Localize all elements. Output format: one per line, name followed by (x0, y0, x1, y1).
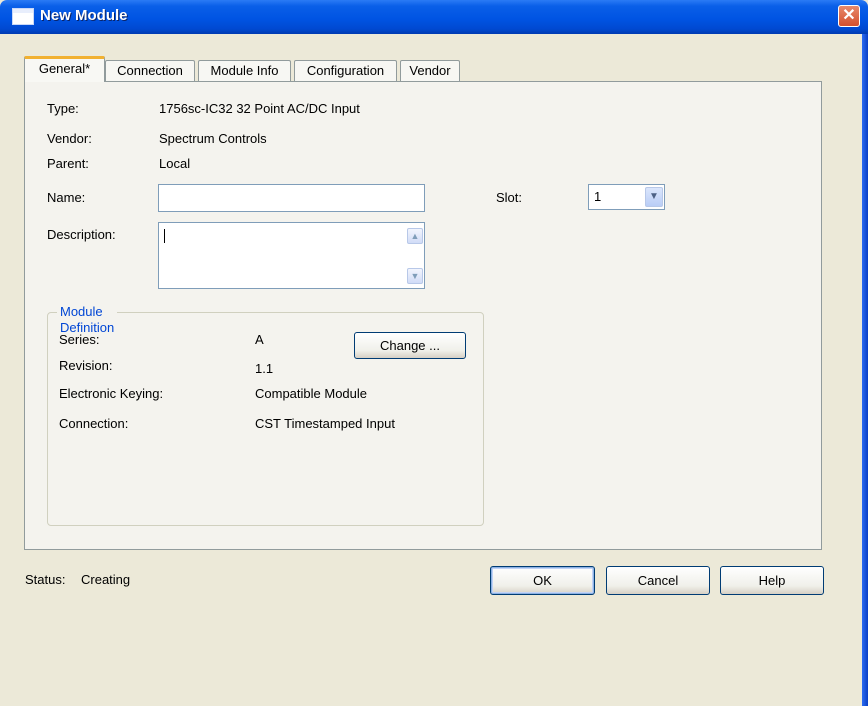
slot-label: Slot: (496, 190, 523, 205)
vendor-label: Vendor: (47, 131, 92, 146)
tab-connection[interactable]: Connection (105, 60, 195, 81)
tab-connection-label: Connection (117, 63, 183, 78)
electronic-keying-label: Electronic Keying: (59, 386, 164, 401)
chevron-down-icon[interactable]: ▼ (645, 187, 663, 207)
status-label: Status: (25, 572, 66, 587)
description-label: Description: (47, 227, 116, 242)
slot-value: 1 (594, 189, 602, 204)
tab-general-label: General* (38, 61, 91, 76)
new-module-dialog: New Module ✕ General* Connection Module … (0, 0, 868, 706)
name-label: Name: (47, 190, 86, 205)
window-title: New Module (40, 7, 128, 24)
type-value: 1756sc-IC32 32 Point AC/DC Input (159, 101, 360, 116)
revision-label: Revision: (59, 358, 113, 373)
cancel-button[interactable]: Cancel (606, 566, 710, 595)
title-bar[interactable]: New Module ✕ (0, 0, 868, 34)
status-value: Creating (81, 572, 131, 587)
series-label: Series: (59, 332, 100, 347)
tab-general[interactable]: General* (24, 56, 105, 82)
change-button-label: Change ... (380, 338, 440, 353)
help-button[interactable]: Help (720, 566, 824, 595)
close-icon: ✕ (842, 7, 856, 24)
tab-configuration[interactable]: Configuration (294, 60, 397, 81)
tab-vendor[interactable]: Vendor (400, 60, 460, 81)
ok-button-label: OK (533, 573, 552, 588)
name-input[interactable] (158, 184, 425, 212)
parent-label: Parent: (47, 156, 89, 171)
ok-button[interactable]: OK (490, 566, 595, 595)
parent-value: Local (159, 156, 191, 171)
cancel-button-label: Cancel (637, 573, 679, 588)
tab-configuration-label: Configuration (306, 63, 385, 78)
change-button[interactable]: Change ... (354, 332, 466, 359)
help-button-label: Help (758, 573, 786, 588)
text-cursor (164, 229, 165, 243)
scroll-down-icon[interactable]: ▼ (407, 268, 423, 284)
tab-module-info[interactable]: Module Info (198, 60, 291, 81)
connection-value: CST Timestamped Input (255, 416, 395, 431)
tab-vendor-label: Vendor (409, 63, 451, 78)
slot-select[interactable]: 1 ▼ (588, 184, 665, 210)
close-button[interactable]: ✕ (838, 5, 860, 27)
series-value: A (255, 332, 264, 347)
description-textarea[interactable]: ▲ ▼ (158, 222, 425, 289)
window-icon (12, 8, 34, 25)
scroll-up-icon[interactable]: ▲ (407, 228, 423, 244)
vendor-value: Spectrum Controls (159, 131, 267, 146)
connection-label: Connection: (59, 416, 129, 431)
window-border (862, 34, 868, 706)
revision-value: 1.1 (255, 361, 274, 376)
tab-module-info-label: Module Info (210, 63, 279, 78)
electronic-keying-value: Compatible Module (255, 386, 368, 401)
type-label: Type: (47, 101, 79, 116)
